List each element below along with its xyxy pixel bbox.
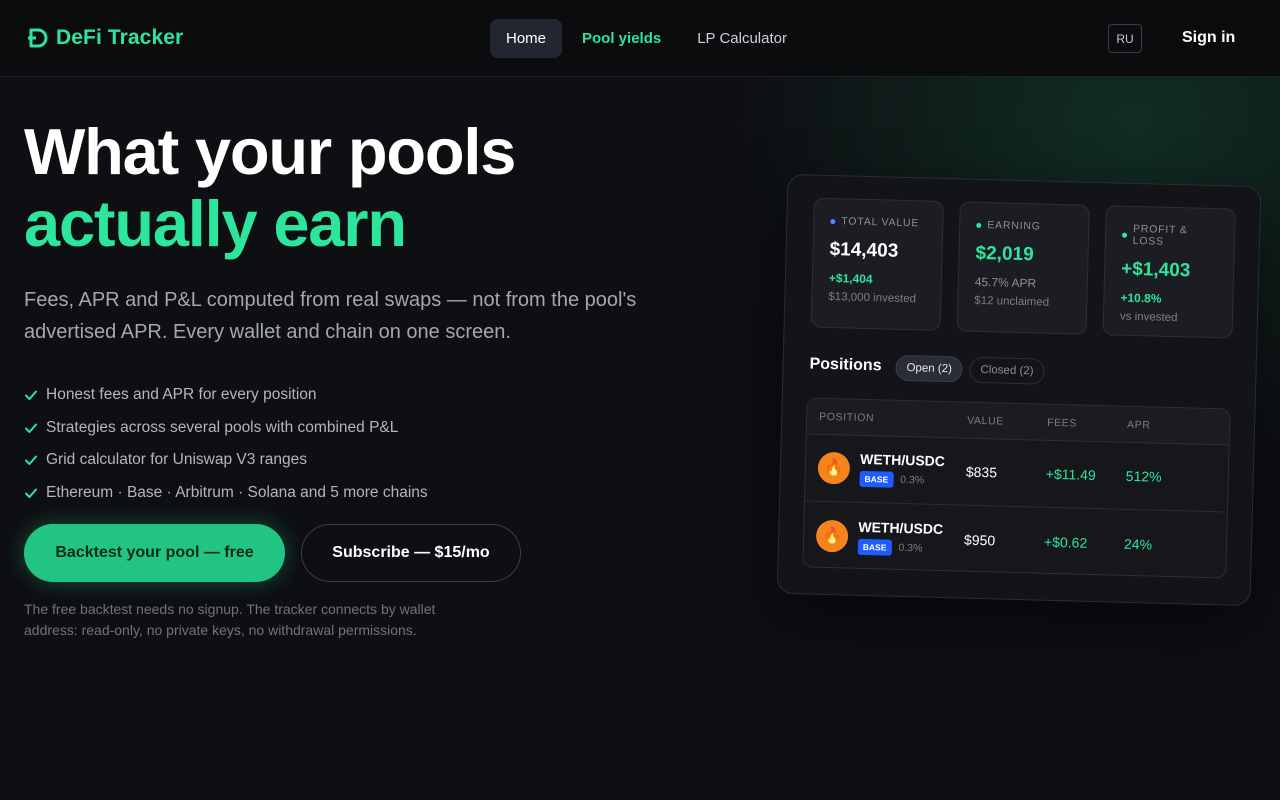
pair-name: WETH/USDC bbox=[858, 518, 944, 537]
stat-value: +$1,403 bbox=[1120, 258, 1191, 282]
feature-list: Honest fees and APR for every position S… bbox=[24, 379, 428, 509]
stat-label: EARNING bbox=[976, 219, 1072, 234]
stat-profit-loss: PROFIT & LOSS +$1,403 +10.8% vs invested bbox=[1102, 205, 1236, 339]
nav-pool-yields[interactable]: Pool yields bbox=[566, 19, 677, 58]
fire-icon: 🔥 bbox=[817, 451, 851, 485]
language-switch-button[interactable]: RU bbox=[1108, 24, 1142, 53]
privacy-note: The free backtest needs no signup. The t… bbox=[24, 601, 436, 638]
feature-item: Honest fees and APR for every position bbox=[24, 379, 428, 412]
site-header: DeFi Tracker Home Pool yields LP Calcula… bbox=[0, 0, 1280, 77]
chain-badge: BASE bbox=[859, 470, 894, 488]
stat-change: +$1,404 bbox=[828, 270, 873, 287]
hero-title-line1: What your pools bbox=[24, 115, 516, 188]
feature-item: Ethereum · Base · Arbitrum · Solana and … bbox=[24, 477, 428, 510]
status-dot bbox=[1122, 232, 1127, 238]
check-icon bbox=[25, 488, 37, 498]
pair-info: WETH/USDC BASE 0.3% bbox=[859, 451, 945, 489]
brand[interactable]: DeFi Tracker bbox=[28, 26, 183, 50]
apr-cell: 24% bbox=[1123, 535, 1153, 553]
fee-tier: 0.3% bbox=[898, 541, 923, 555]
fire-icon: 🔥 bbox=[815, 519, 849, 553]
value-cell: $950 bbox=[963, 531, 996, 548]
hero-subtitle: Fees, APR and P&L computed from real swa… bbox=[24, 289, 637, 343]
stat-apr: 45.7% APR bbox=[974, 274, 1037, 291]
stat-value: $14,403 bbox=[829, 238, 899, 262]
table-row[interactable]: 🔥 WETH/USDC BASE 0.3% $950 +$0.62 24% bbox=[803, 501, 1227, 578]
stat-total-value: TOTAL VALUE $14,403 +$1,404 $13,000 inve… bbox=[810, 197, 944, 331]
stat-label-text: EARNING bbox=[987, 219, 1041, 233]
stat-change: +10.8% bbox=[1120, 290, 1162, 306]
position-cell: 🔥 WETH/USDC BASE 0.3% bbox=[805, 449, 966, 489]
nav-lp-calculator[interactable]: LP Calculator bbox=[681, 19, 803, 58]
pair-meta: BASE 0.3% bbox=[859, 470, 944, 489]
feature-item: Strategies across several pools with com… bbox=[24, 412, 428, 445]
feature-text: Strategies across several pools with com… bbox=[46, 418, 399, 436]
status-dot bbox=[976, 222, 982, 228]
stat-label-text: TOTAL VALUE bbox=[841, 215, 920, 230]
fee-tier: 0.3% bbox=[900, 473, 925, 487]
tab-open-positions[interactable]: Open (2) bbox=[895, 354, 964, 383]
stat-label: PROFIT & LOSS bbox=[1122, 223, 1219, 250]
status-dot bbox=[830, 218, 836, 224]
check-icon bbox=[25, 455, 37, 466]
column-header-fees: FEES bbox=[1047, 416, 1078, 430]
value-cell: $835 bbox=[965, 463, 998, 481]
stat-value: $2,019 bbox=[975, 242, 1034, 266]
hero-title: What your pools actually earn bbox=[24, 115, 516, 260]
table-row[interactable]: 🔥 WETH/USDC BASE 0.3% $835 +$11.49 512% bbox=[805, 434, 1229, 513]
fees-cell: +$11.49 bbox=[1045, 465, 1096, 484]
stat-label: TOTAL VALUE bbox=[830, 215, 926, 230]
positions-table: POSITION VALUE FEES APR 🔥 WETH/USDC BASE… bbox=[802, 397, 1231, 579]
main-nav: Home Pool yields LP Calculator bbox=[490, 19, 803, 58]
stat-note: $13,000 invested bbox=[828, 290, 917, 306]
pair-info: WETH/USDC BASE 0.3% bbox=[857, 518, 944, 556]
stat-note: $12 unclaimed bbox=[974, 294, 1050, 309]
nav-home[interactable]: Home bbox=[490, 19, 563, 58]
stat-note: vs invested bbox=[1119, 310, 1178, 325]
sign-in-link[interactable]: Sign in bbox=[1182, 29, 1235, 47]
apr-cell: 512% bbox=[1125, 467, 1162, 485]
feature-item: Grid calculator for Uniswap V3 ranges bbox=[24, 444, 428, 477]
fees-cell: +$0.62 bbox=[1043, 533, 1088, 551]
backtest-button[interactable]: Backtest your pool — free bbox=[24, 524, 285, 582]
check-icon bbox=[25, 390, 37, 401]
feature-text: Grid calculator for Uniswap V3 ranges bbox=[46, 451, 308, 469]
stat-earning: EARNING $2,019 45.7% APR $12 unclaimed bbox=[956, 201, 1090, 335]
subscribe-button[interactable]: Subscribe — $15/mo bbox=[301, 524, 521, 582]
feature-text: Ethereum · Base · Arbitrum · Solana and … bbox=[46, 483, 428, 501]
stat-label-text: PROFIT & LOSS bbox=[1132, 222, 1188, 248]
dashboard-preview: TOTAL VALUE $14,403 +$1,404 $13,000 inve… bbox=[776, 173, 1262, 607]
check-icon bbox=[25, 423, 37, 433]
column-header-apr: APR bbox=[1126, 418, 1151, 431]
chain-badge: BASE bbox=[857, 538, 892, 556]
positions-title: Positions bbox=[809, 355, 882, 375]
hero-title-line2: actually earn bbox=[24, 187, 407, 260]
brand-name: DeFi Tracker bbox=[56, 26, 184, 49]
feature-text: Honest fees and APR for every position bbox=[46, 386, 317, 404]
column-header-value: VALUE bbox=[967, 414, 1004, 428]
pair-name: WETH/USDC bbox=[859, 450, 946, 470]
logo-icon bbox=[28, 28, 48, 48]
tab-closed-positions[interactable]: Closed (2) bbox=[969, 356, 1045, 385]
column-header-position: POSITION bbox=[819, 410, 875, 424]
pair-meta: BASE 0.3% bbox=[857, 538, 943, 556]
position-cell: 🔥 WETH/USDC BASE 0.3% bbox=[804, 517, 965, 557]
